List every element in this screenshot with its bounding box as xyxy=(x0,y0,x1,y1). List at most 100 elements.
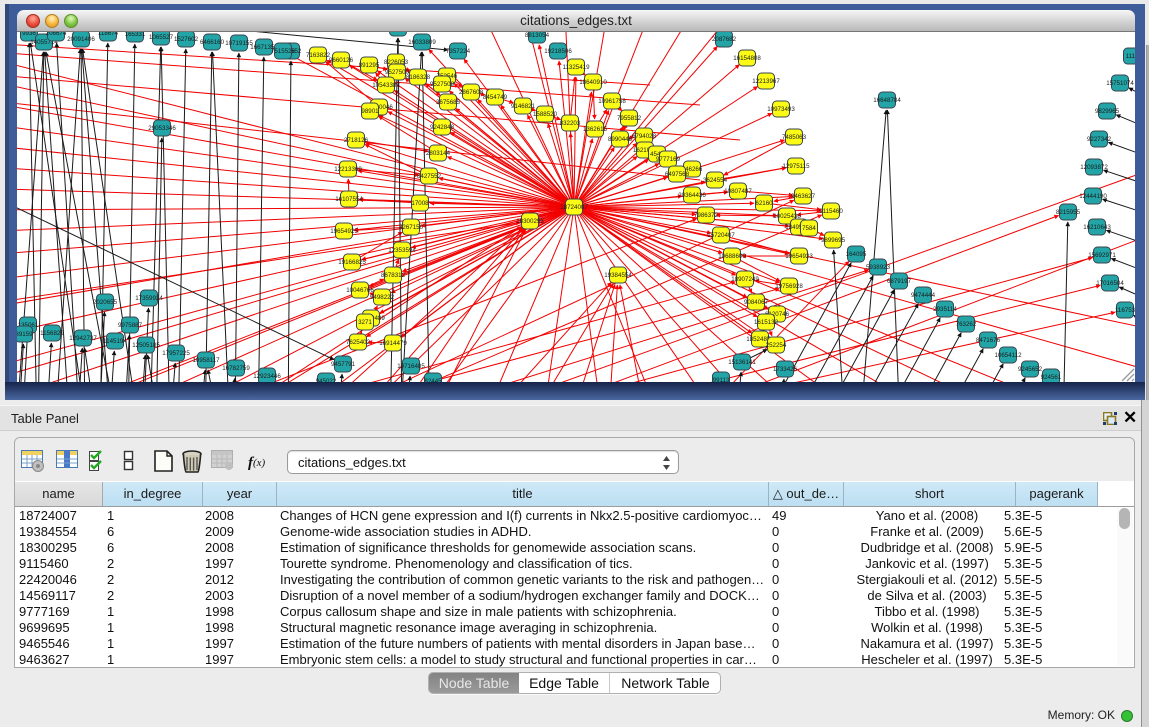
svg-text:9115460: 9115460 xyxy=(819,208,843,215)
svg-text:164095: 164095 xyxy=(846,251,867,258)
svg-text:3271: 3271 xyxy=(358,319,372,326)
svg-text:6879197: 6879197 xyxy=(887,278,912,285)
svg-text:99113: 99113 xyxy=(713,377,730,382)
svg-text:9660126: 9660126 xyxy=(329,57,354,64)
svg-text:11325419: 11325419 xyxy=(562,64,590,71)
svg-text:12975115: 12975115 xyxy=(782,163,810,170)
svg-text:10961758: 10961758 xyxy=(598,98,626,105)
svg-text:12505185: 12505185 xyxy=(132,342,160,349)
svg-text:8678312: 8678312 xyxy=(381,272,406,279)
svg-text:17359924: 17359924 xyxy=(135,295,163,302)
svg-text:1117: 1117 xyxy=(1126,53,1135,60)
svg-text:252254: 252254 xyxy=(766,342,787,349)
svg-text:10958117: 10958117 xyxy=(192,357,220,364)
svg-text:9084067: 9084067 xyxy=(744,299,769,306)
svg-text:6794028: 6794028 xyxy=(632,133,657,140)
svg-text:12093872: 12093872 xyxy=(1080,164,1108,171)
svg-text:17008: 17008 xyxy=(411,200,429,207)
svg-text:6466160: 6466160 xyxy=(200,39,225,46)
svg-text:9829965: 9829965 xyxy=(1095,108,1120,115)
svg-text:10688609: 10688609 xyxy=(718,253,746,260)
svg-text:9242848: 9242848 xyxy=(430,124,455,131)
svg-text:20364436: 20364436 xyxy=(678,192,706,199)
svg-text:9899695: 9899695 xyxy=(821,237,846,244)
svg-text:16210643: 16210643 xyxy=(1083,224,1111,231)
svg-text:19756928: 19756928 xyxy=(775,283,803,290)
svg-text:17957225: 17957225 xyxy=(162,350,190,357)
svg-text:3675685: 3675685 xyxy=(436,99,461,106)
svg-text:8471676: 8471676 xyxy=(976,337,1001,344)
svg-text:18300295: 18300295 xyxy=(516,218,544,225)
svg-text:15720407: 15720407 xyxy=(707,232,735,239)
svg-text:9146821: 9146821 xyxy=(511,103,536,110)
svg-text:9975887: 9975887 xyxy=(118,322,143,329)
svg-text:9457791: 9457791 xyxy=(331,361,356,368)
svg-text:19654923: 19654923 xyxy=(785,253,813,260)
svg-text:19218506: 19218506 xyxy=(544,48,572,55)
svg-text:17016504: 17016504 xyxy=(1096,280,1124,287)
svg-text:1588520: 1588520 xyxy=(533,111,558,118)
svg-text:15692971: 15692971 xyxy=(1088,252,1116,259)
svg-text:7357224: 7357224 xyxy=(446,48,471,55)
svg-text:832203: 832203 xyxy=(560,120,581,127)
svg-text:2803144: 2803144 xyxy=(426,150,451,157)
svg-text:15751074: 15751074 xyxy=(1106,80,1134,87)
svg-text:10719155: 10719155 xyxy=(225,40,253,47)
svg-text:1065527: 1065527 xyxy=(149,34,174,41)
svg-text:19716485: 19716485 xyxy=(397,363,425,370)
svg-text:8186328: 8186328 xyxy=(406,74,431,81)
svg-text:9777169: 9777169 xyxy=(656,156,681,163)
svg-text:206674: 206674 xyxy=(46,32,67,37)
svg-text:8215955: 8215955 xyxy=(1056,209,1081,216)
svg-text:8454749: 8454749 xyxy=(483,94,508,101)
svg-text:16107554: 16107554 xyxy=(335,196,363,203)
svg-text:763262: 763262 xyxy=(956,321,977,328)
svg-text:924561: 924561 xyxy=(1041,374,1062,381)
svg-text:7515526: 7515526 xyxy=(271,48,296,55)
svg-text:118674: 118674 xyxy=(98,32,119,37)
svg-text:18724007: 18724007 xyxy=(560,204,588,211)
svg-text:9936: 9936 xyxy=(22,32,36,37)
svg-text:8813054: 8813054 xyxy=(525,32,550,39)
svg-text:7986372: 7986372 xyxy=(694,212,719,219)
svg-text:5498222: 5498222 xyxy=(370,294,395,301)
svg-text:9527508: 9527508 xyxy=(430,81,455,88)
svg-text:165331: 165331 xyxy=(125,32,146,38)
svg-text:15136141: 15136141 xyxy=(728,359,756,366)
svg-text:1156829: 1156829 xyxy=(40,330,64,337)
svg-text:7955812: 7955812 xyxy=(617,115,642,122)
svg-text:12444190: 12444190 xyxy=(1079,193,1107,200)
svg-text:12942737: 12942737 xyxy=(69,335,97,342)
svg-text:6497568: 6497568 xyxy=(665,171,690,178)
svg-text:19384554: 19384554 xyxy=(604,272,632,279)
svg-text:82445: 82445 xyxy=(424,378,442,382)
svg-text:7485063: 7485063 xyxy=(782,134,807,141)
svg-text:(x): (x) xyxy=(253,457,266,469)
svg-text:3624554: 3624554 xyxy=(703,177,728,184)
svg-text:8990448: 8990448 xyxy=(608,136,633,143)
svg-text:98901: 98901 xyxy=(361,108,379,115)
svg-text:12213369: 12213369 xyxy=(334,166,362,173)
svg-text:945022: 945022 xyxy=(316,378,337,382)
svg-text:2867608: 2867608 xyxy=(459,89,484,96)
svg-text:10807487: 10807487 xyxy=(724,188,752,195)
svg-text:12353594: 12353594 xyxy=(388,247,416,254)
svg-text:1733426: 1733426 xyxy=(773,366,798,373)
svg-text:1145194: 1145194 xyxy=(103,338,127,345)
svg-text:8427552: 8427552 xyxy=(417,173,442,180)
svg-text:891295: 891295 xyxy=(359,62,380,69)
svg-text:12923446: 12923446 xyxy=(253,373,281,380)
svg-text:10654112: 10654112 xyxy=(994,352,1022,359)
svg-text:62160: 62160 xyxy=(755,200,773,207)
svg-text:18907249: 18907249 xyxy=(731,276,759,283)
svg-text:2020655: 2020655 xyxy=(93,299,118,306)
svg-text:12213967: 12213967 xyxy=(752,78,780,85)
svg-text:9463627: 9463627 xyxy=(791,193,816,200)
svg-text:2935114: 2935114 xyxy=(933,306,957,313)
svg-text:20091406: 20091406 xyxy=(67,36,95,43)
svg-text:19166825: 19166825 xyxy=(338,259,366,266)
svg-text:1615132: 1615132 xyxy=(754,319,779,326)
svg-text:1362615: 1362615 xyxy=(583,126,608,133)
svg-text:9227342: 9227342 xyxy=(1087,136,1112,143)
svg-text:19654925: 19654925 xyxy=(330,228,358,235)
